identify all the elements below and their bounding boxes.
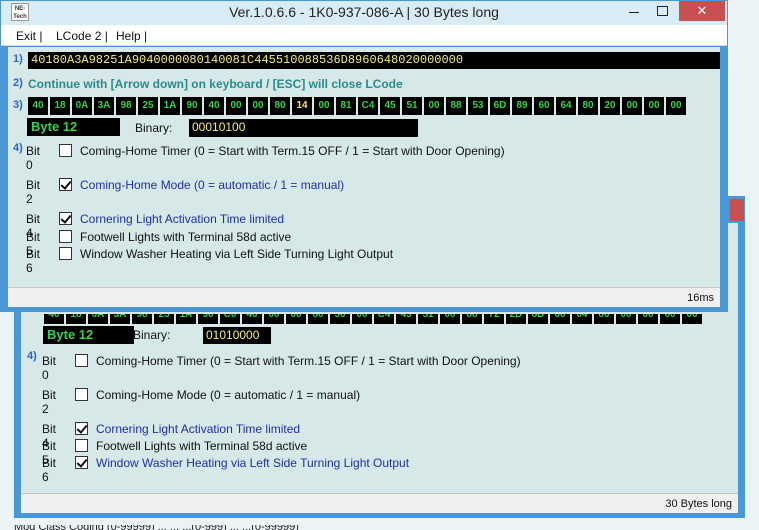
front-byte-cell[interactable]: 00 — [226, 97, 246, 115]
background-close-button[interactable] — [730, 199, 744, 221]
bit-checkbox[interactable] — [75, 439, 88, 452]
front-byte-cell[interactable]: 0A — [72, 97, 92, 115]
background-binary-label: Binary: — [133, 328, 171, 342]
background-status-bar: 30 Bytes long — [21, 493, 738, 513]
main-client: 1) 40180A3A98251A9040000080140081C445510… — [8, 47, 720, 307]
background-byte-indicator: Byte 12 — [43, 326, 134, 344]
bit-name: Bit 6 — [42, 456, 57, 484]
front-byte-cell[interactable]: 45 — [380, 97, 400, 115]
menu-lcode2[interactable]: LCode 2 | — [56, 29, 108, 43]
row-label-3: 3) — [13, 99, 23, 111]
bit-description: Cornering Light Activation Time limited — [96, 422, 301, 436]
bit-name: Bit 0 — [42, 354, 57, 382]
minimize-icon[interactable] — [621, 1, 647, 22]
bit-description: Cornering Light Activation Time limited — [80, 212, 285, 226]
bit-description: Coming-Home Mode (0 = automatic / 1 = ma… — [80, 178, 345, 192]
maximize-icon[interactable] — [649, 1, 675, 22]
bit-description: Window Washer Heating via Left Side Turn… — [96, 456, 410, 470]
bit-description: Footwell Lights with Terminal 58d active — [80, 230, 292, 244]
front-byte-cell[interactable]: 20 — [600, 97, 620, 115]
bit-description: Coming-Home Mode (0 = automatic / 1 = ma… — [96, 388, 361, 402]
row-label-4: 4) — [13, 142, 23, 154]
menu-exit[interactable]: Exit | — [16, 29, 42, 43]
front-byte-cell[interactable]: 90 — [182, 97, 202, 115]
background-bottom-text: Mod Class Coding (0-99999) ... ... ...(0… — [14, 521, 299, 530]
instruction-text: Continue with [Arrow down] on keyboard /… — [28, 77, 403, 91]
menu-help[interactable]: Help | — [116, 29, 147, 43]
front-byte-cell[interactable]: 40 — [204, 97, 224, 115]
bit-checkbox[interactable] — [75, 388, 88, 401]
background-row-label-4: 4) — [27, 350, 37, 362]
bit-name: Bit 2 — [42, 388, 57, 416]
row-label-1: 1) — [13, 53, 23, 65]
front-byte-cell[interactable]: 1A — [160, 97, 180, 115]
hex-string-field[interactable]: 40180A3A98251A9040000080140081C445510088… — [28, 52, 720, 69]
row-label-2: 2) — [13, 77, 23, 89]
front-byte-cell[interactable]: 80 — [578, 97, 598, 115]
front-byte-cell[interactable]: 51 — [402, 97, 422, 115]
front-byte-cell[interactable]: 53 — [468, 97, 488, 115]
bit-checkbox[interactable] — [59, 212, 72, 225]
front-byte-cell[interactable]: 80 — [270, 97, 290, 115]
bit-description: Footwell Lights with Terminal 58d active — [96, 439, 308, 453]
status-bar: 16ms — [8, 287, 720, 307]
front-byte-cell[interactable]: 18 — [50, 97, 70, 115]
bit-checkbox[interactable] — [59, 178, 72, 191]
front-byte-cell[interactable]: 88 — [446, 97, 466, 115]
bit-description: Coming-Home Timer (0 = Start with Term.1… — [96, 354, 521, 368]
front-byte-cell[interactable]: 00 — [644, 97, 664, 115]
byte-cells: 40 18 0A 3A 98 25 1A 90 40 00 00 80 14 00 81 C4 45 51 00 88… — [28, 97, 688, 115]
front-byte-cell[interactable]: 00 — [622, 97, 642, 115]
status-timing: 16ms — [687, 292, 714, 304]
bit-checkbox[interactable] — [75, 456, 88, 469]
bit-checkbox[interactable] — [75, 354, 88, 367]
background-status-text: 30 Bytes long — [665, 498, 732, 510]
close-icon[interactable]: ✕ — [679, 1, 725, 21]
bit-checkbox[interactable] — [75, 422, 88, 435]
front-byte-cell[interactable]: 00 — [314, 97, 334, 115]
front-byte-cell[interactable]: C4 — [358, 97, 378, 115]
bit-name: Bit 6 — [26, 247, 41, 275]
bit-checkbox[interactable] — [59, 230, 72, 243]
bit-name: Bit 0 — [26, 144, 41, 172]
front-byte-cell[interactable]: 3A — [94, 97, 114, 115]
front-byte-cell[interactable]: 89 — [512, 97, 532, 115]
front-byte-cell[interactable]: 00 — [666, 97, 686, 115]
binary-value: 00010100 — [189, 119, 418, 137]
background-binary-value: 01010000 — [203, 327, 271, 344]
title-bar[interactable]: NE-Tech Ver.1.0.6.6 - 1K0-937-086-A | 30… — [1, 1, 727, 25]
bit-checkbox[interactable] — [59, 247, 72, 260]
front-byte-cell[interactable]: 98 — [116, 97, 136, 115]
lcode-window: NE-Tech Ver.1.0.6.6 - 1K0-937-086-A | 30… — [0, 0, 728, 312]
bit-description: Window Washer Heating via Left Side Turn… — [80, 247, 394, 261]
front-byte-cell[interactable]: 6D — [490, 97, 510, 115]
front-byte-cell[interactable]: 40 — [28, 97, 48, 115]
front-byte-cell[interactable]: 14 — [292, 97, 312, 115]
front-byte-cell[interactable]: 00 — [248, 97, 268, 115]
front-byte-cell[interactable]: 25 — [138, 97, 158, 115]
front-byte-cell[interactable]: 00 — [424, 97, 444, 115]
front-byte-cell[interactable]: 60 — [534, 97, 554, 115]
bit-name: Bit 2 — [26, 178, 41, 206]
bit-checkbox[interactable] — [59, 144, 72, 157]
byte-indicator: Byte 12 — [27, 118, 120, 136]
front-byte-cell[interactable]: 64 — [556, 97, 576, 115]
window-title: Ver.1.0.6.6 - 1K0-937-086-A | 30 Bytes l… — [229, 4, 499, 20]
binary-label: Binary: — [135, 121, 173, 135]
menu-bar: Exit | LCode 2 | Help | — [1, 25, 727, 46]
bit-description: Coming-Home Timer (0 = Start with Term.1… — [80, 144, 505, 158]
front-byte-cell[interactable]: 81 — [336, 97, 356, 115]
